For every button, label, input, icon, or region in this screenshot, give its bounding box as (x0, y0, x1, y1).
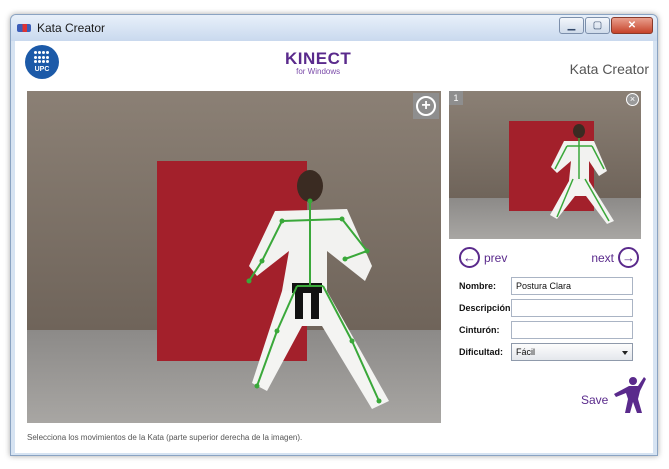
app-window: Kata Creator ▁ ▢ ✕ UPC KINECT for Window… (10, 14, 658, 456)
nombre-label: Nombre: (459, 281, 497, 291)
next-button[interactable]: next → (591, 247, 639, 268)
descripcion-input[interactable] (511, 299, 633, 317)
close-button[interactable]: ✕ (611, 17, 653, 34)
dificultad-select[interactable]: Fácil (511, 343, 633, 361)
window-title: Kata Creator (37, 21, 106, 35)
chevron-down-icon (622, 351, 628, 355)
frame-index-badge: 1 (449, 91, 463, 105)
upc-logo-text: UPC (34, 66, 50, 73)
minimize-button[interactable]: ▁ (559, 17, 584, 34)
kinect-logo: KINECT for Windows (285, 49, 351, 76)
save-button[interactable]: Save (581, 375, 647, 415)
cinturon-input[interactable] (511, 321, 633, 339)
dificultad-value: Fácil (516, 347, 536, 357)
descripcion-row: Descripción: (449, 299, 641, 319)
next-label: next (591, 250, 614, 265)
save-label: Save (581, 393, 609, 407)
dificultad-label: Dificultad: (459, 347, 503, 357)
window-controls: ▁ ▢ ✕ (558, 17, 653, 34)
karate-kick-icon (614, 377, 647, 413)
status-text: Selecciona los movimientos de la Kata (p… (27, 433, 303, 442)
dificultad-row: Dificultad: Fácil (449, 343, 641, 363)
kinect-title: KINECT (285, 49, 352, 68)
prev-label: prev (484, 250, 508, 265)
page-title: Kata Creator (569, 61, 649, 77)
frame-navigation: ← prev next → (449, 247, 641, 273)
descripcion-label: Descripción: (459, 303, 514, 313)
add-frame-button[interactable]: + (413, 93, 439, 119)
app-icon (17, 24, 31, 32)
karateka-figure (249, 170, 389, 409)
plus-circle-icon: + (416, 96, 436, 116)
upc-logo-dots-icon (34, 51, 50, 65)
nombre-row: Nombre: Postura Clara (449, 277, 641, 297)
arrow-right-icon: → (618, 247, 639, 268)
karateka-skeleton (246, 170, 389, 409)
client-area: UPC KINECT for Windows Kata Creator + 1 … (15, 41, 653, 453)
cinturon-row: Cinturón: (449, 321, 641, 341)
prev-button[interactable]: ← prev (459, 247, 507, 268)
maximize-button[interactable]: ▢ (585, 17, 610, 34)
cinturon-label: Cinturón: (459, 325, 500, 335)
nombre-input[interactable]: Postura Clara (511, 277, 633, 295)
selected-frame-preview[interactable]: 1 × (449, 91, 641, 239)
upc-logo: UPC (25, 45, 59, 79)
camera-view[interactable]: + (27, 91, 441, 423)
arrow-left-icon: ← (459, 247, 480, 268)
posture-form: Nombre: Postura Clara Descripción: Cintu… (449, 277, 641, 365)
title-bar[interactable]: Kata Creator ▁ ▢ ✕ (11, 15, 657, 41)
header: UPC KINECT for Windows Kata Creator (15, 41, 653, 89)
remove-frame-button[interactable]: × (626, 93, 639, 106)
preview-skeleton (550, 124, 614, 224)
